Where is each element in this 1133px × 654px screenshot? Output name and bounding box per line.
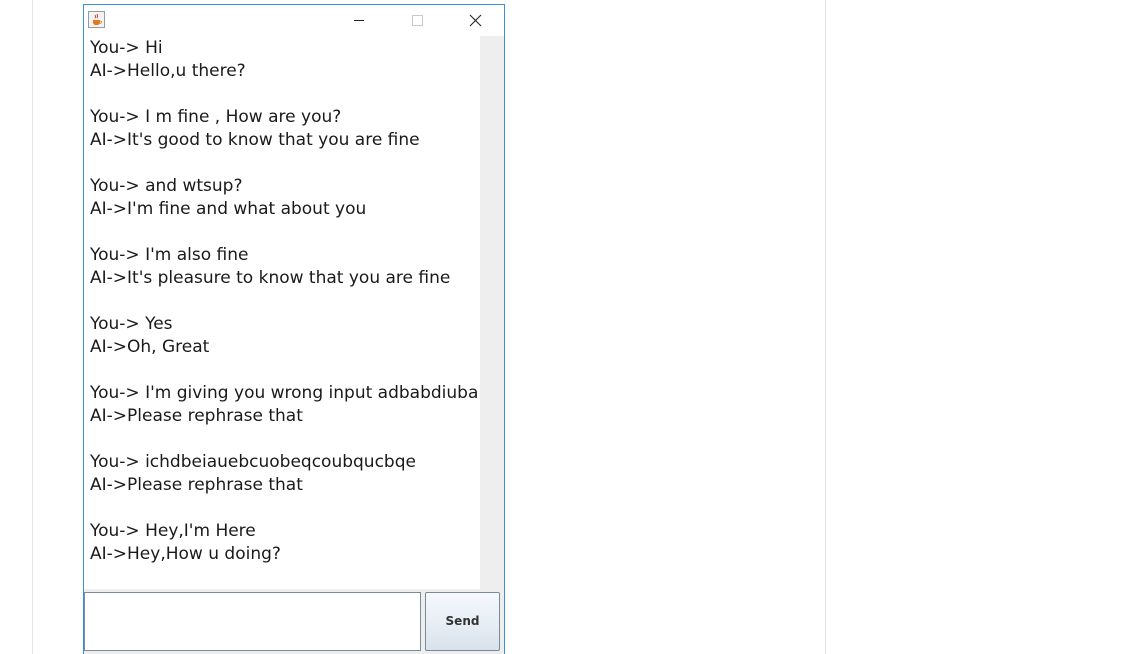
java-cup-icon <box>93 13 102 26</box>
page-right-border <box>825 0 826 654</box>
maximize-button[interactable] <box>394 5 440 36</box>
close-icon <box>469 14 482 27</box>
send-button[interactable]: Send <box>425 592 500 651</box>
minimize-icon <box>354 20 364 21</box>
maximize-icon <box>412 15 423 26</box>
page-left-border <box>32 0 33 654</box>
minimize-button[interactable] <box>336 5 382 36</box>
vertical-scrollbar[interactable] <box>480 36 504 589</box>
close-button[interactable] <box>452 5 498 36</box>
chat-transcript: You-> Hi AI->Hello,u there? You-> I m fi… <box>90 38 479 564</box>
chat-transcript-area[interactable]: You-> Hi AI->Hello,u there? You-> I m fi… <box>84 36 480 589</box>
message-input[interactable] <box>84 592 421 651</box>
title-bar[interactable] <box>84 5 504 36</box>
java-app-icon[interactable] <box>88 11 105 28</box>
chat-window: You-> Hi AI->Hello,u there? You-> I m fi… <box>83 4 505 654</box>
